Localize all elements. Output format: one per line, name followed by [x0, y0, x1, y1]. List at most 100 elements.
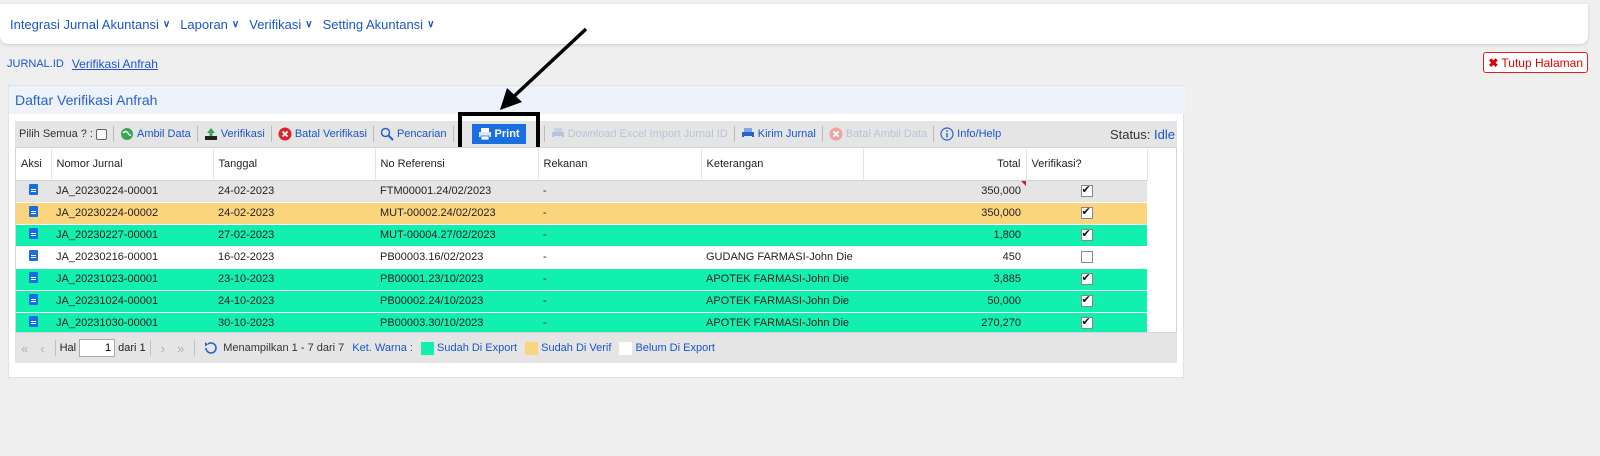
table-row[interactable]: JA_20231023-00001 23-10-2023 PB00001.23/10… [16, 268, 1147, 291]
grid-body: JA_20230224-00001 24-02-2023 FTM00001.24/0… [16, 180, 1147, 332]
header-row: Aksi Nomor Jurnal Tanggal No Referensi R… [16, 148, 1148, 181]
info-help-button[interactable]: Info/Help [940, 127, 1001, 141]
legend-not-exported: Belum Di Export [635, 342, 715, 354]
batal-verifikasi-button[interactable]: Batal Verifikasi [278, 127, 367, 141]
document-icon[interactable] [29, 250, 38, 261]
chevron-down-icon: ∨ [305, 18, 313, 30]
select-all-label: Pilih Semua ? : [19, 128, 93, 140]
col-aksi[interactable]: Aksi [16, 148, 52, 181]
pencarian-button[interactable]: Pencarian [380, 127, 447, 141]
verify-checkbox[interactable] [1080, 205, 1093, 220]
prev-page-icon[interactable]: ‹ [40, 341, 44, 356]
document-icon[interactable] [29, 272, 38, 283]
cell-tanggal: 23-10-2023 [213, 268, 375, 291]
chevron-down-icon: ∨ [427, 18, 435, 30]
cell-verifikasi [1026, 268, 1147, 291]
table-row[interactable]: JA_20230227-00001 27-02-2023 MUT-00004.27/… [16, 224, 1147, 247]
menu-verifikasi[interactable]: Verifikasi ∨ [249, 17, 312, 32]
cell-no-referensi: PB00001.23/10/2023 [375, 268, 538, 291]
download-excel-button[interactable]: Download Excel Import Jurnal ID [551, 127, 728, 141]
verify-checkbox[interactable] [1080, 183, 1093, 198]
row-action [16, 246, 51, 269]
download-excel-label: Download Excel Import Jurnal ID [567, 128, 728, 140]
verification-panel: Daftar Verifikasi Anfrah Pilih Semua ? :… [8, 85, 1185, 378]
info-help-label: Info/Help [957, 128, 1002, 140]
verifikasi-button[interactable]: Verifikasi [204, 127, 265, 141]
cell-tanggal: 16-02-2023 [213, 246, 375, 269]
verify-checkbox[interactable] [1080, 315, 1093, 330]
document-icon[interactable] [29, 316, 38, 327]
refresh-icon[interactable] [203, 340, 219, 356]
cell-keterangan [701, 202, 863, 225]
ambil-data-button[interactable]: Ambil Data [120, 127, 191, 141]
table-row[interactable]: JA_20230224-00001 24-02-2023 FTM00001.24/0… [16, 180, 1147, 203]
toolbar-divider [933, 126, 935, 142]
first-page-icon[interactable]: « [21, 341, 28, 356]
cell-tanggal: 24-10-2023 [213, 290, 375, 313]
menu-laporan[interactable]: Laporan ∨ [180, 17, 239, 32]
col-total[interactable]: Total [863, 148, 1027, 181]
verify-checkbox[interactable] [1080, 251, 1093, 264]
document-icon[interactable] [29, 294, 38, 305]
menu-label: Verifikasi [249, 16, 302, 32]
col-rekanan[interactable]: Rekanan [538, 148, 702, 181]
legend-verified: Sudah Di Verif [541, 342, 612, 354]
info-icon [940, 127, 954, 141]
table-row[interactable]: JA_20231024-00001 24-10-2023 PB00002.24/10… [16, 290, 1147, 313]
pager-divider [149, 340, 151, 356]
verify-checkbox[interactable] [1080, 227, 1093, 242]
page-number-input[interactable] [79, 339, 116, 357]
cell-keterangan: APOTEK FARMASI-John Die [701, 312, 863, 332]
breadcrumb: JURNAL.ID Verifikasi Anfrah [7, 57, 158, 71]
menu-integrasi-jurnal[interactable]: Integrasi Jurnal Akuntansi ∨ [10, 17, 170, 32]
document-icon[interactable] [29, 184, 38, 195]
cell-keterangan: GUDANG FARMASI-John Die [701, 246, 863, 269]
col-verifikasi[interactable]: Verifikasi? [1026, 148, 1148, 181]
status-value: Idle [1154, 126, 1175, 142]
journal-table: Aksi Nomor Jurnal Tanggal No Referensi R… [16, 148, 1148, 332]
cell-no-referensi: PB00003.16/02/2023 [375, 246, 538, 269]
table-row[interactable]: JA_20230224-00002 24-02-2023 MUT-00002.24/… [16, 202, 1147, 225]
breadcrumb-root[interactable]: JURNAL.ID [7, 58, 64, 70]
menu-label: Integrasi Jurnal Akuntansi [10, 16, 159, 32]
cell-nomor-jurnal: JA_20230224-00002 [51, 202, 213, 225]
verify-checkbox[interactable] [1080, 293, 1093, 308]
menu-setting-akuntansi[interactable]: Setting Akuntansi ∨ [323, 17, 435, 32]
pager-divider [194, 340, 196, 356]
toolbar-divider [733, 126, 735, 142]
table-row[interactable]: JA_20230216-00001 16-02-2023 PB00003.16/02… [16, 246, 1147, 269]
panel-title: Daftar Verifikasi Anfrah [9, 86, 1185, 114]
col-tanggal[interactable]: Tanggal [213, 148, 376, 181]
next-page-icon[interactable]: › [161, 341, 165, 356]
toolbar-divider [270, 126, 272, 142]
toolbar-divider [821, 126, 823, 142]
document-icon[interactable] [29, 228, 38, 239]
col-nomor-jurnal[interactable]: Nomor Jurnal [51, 148, 214, 181]
cell-nomor-jurnal: JA_20231024-00001 [51, 290, 213, 313]
status-indicator: Status: Idle [1110, 127, 1175, 142]
close-icon: ✖ [1488, 55, 1499, 70]
col-no-referensi[interactable]: No Referensi [375, 148, 539, 181]
printer-icon [478, 128, 491, 141]
legend-exported: Sudah Di Export [437, 342, 518, 354]
kirim-jurnal-button[interactable]: Kirim Jurnal [741, 127, 816, 141]
batal-ambil-data-button[interactable]: Batal Ambil Data [829, 127, 927, 141]
row-action [16, 268, 51, 291]
close-page-button[interactable]: ✖ Tutup Halaman [1483, 52, 1588, 73]
col-keterangan[interactable]: Keterangan [701, 148, 864, 181]
cell-nomor-jurnal: JA_20230224-00001 [51, 180, 213, 203]
breadcrumb-current[interactable]: Verifikasi Anfrah [72, 57, 158, 71]
table-row[interactable]: JA_20231030-00001 30-10-2023 PB00003.30/10… [16, 312, 1147, 332]
printer-icon [551, 128, 564, 140]
select-all-checkbox[interactable] [95, 128, 107, 140]
verify-checkbox[interactable] [1080, 271, 1093, 286]
document-icon[interactable] [29, 206, 38, 217]
display-info: Menampilkan 1 - 7 dari 7 [223, 342, 345, 354]
status-label: Status: [1109, 126, 1151, 142]
last-page-icon[interactable]: » [177, 341, 184, 356]
upload-icon [204, 128, 217, 140]
print-button[interactable]: Print [471, 124, 526, 144]
toolbar-divider [543, 126, 545, 142]
cell-verifikasi [1026, 202, 1147, 225]
cell-rekanan: - [538, 202, 701, 225]
